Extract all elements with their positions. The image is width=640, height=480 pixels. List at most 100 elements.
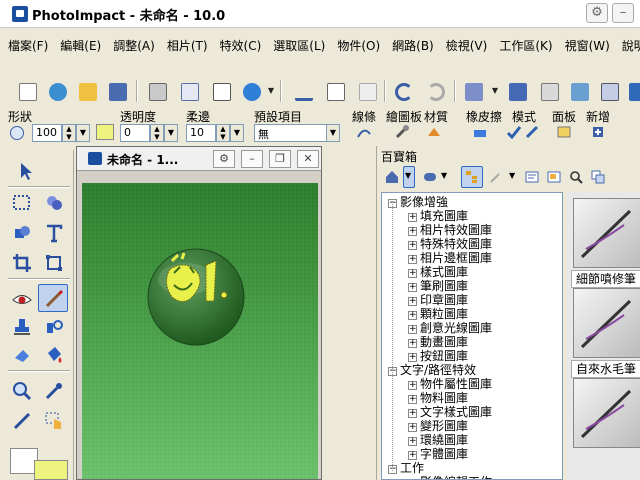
- menu-item[interactable]: 調整(A): [105, 34, 159, 54]
- web-preview-dropdown[interactable]: ▼: [266, 78, 276, 104]
- redo-button[interactable]: [422, 78, 448, 104]
- tree-item[interactable]: + 相片邊框圖庫: [408, 251, 492, 265]
- hand-tool[interactable]: [38, 406, 68, 434]
- transparency-field[interactable]: 0: [120, 124, 150, 142]
- shape-round-option[interactable]: [10, 126, 24, 140]
- tree-item[interactable]: + 創意光線圖庫: [408, 321, 492, 335]
- print-button[interactable]: [144, 78, 170, 104]
- menu-item[interactable]: 檔案(F): [0, 34, 52, 54]
- tree-category[interactable]: − 工作: [388, 461, 424, 475]
- preset-dropdown-arrow[interactable]: ▼: [326, 124, 340, 142]
- print-preview-button[interactable]: [208, 78, 234, 104]
- tree-item[interactable]: + 按鈕圖庫: [408, 349, 468, 363]
- document-settings-icon[interactable]: ⚙: [213, 150, 235, 168]
- gallery-thumbnail[interactable]: [573, 198, 640, 268]
- check-icon[interactable]: [506, 124, 522, 140]
- soft-edge-spinner[interactable]: ▲ ▼: [216, 124, 230, 142]
- menu-item[interactable]: 物件(O): [329, 34, 384, 54]
- tree-view-button[interactable]: [461, 166, 483, 188]
- tree-item[interactable]: + 動畫圖庫: [408, 335, 468, 349]
- scanner-button[interactable]: [536, 78, 562, 104]
- menu-item[interactable]: 檢視(V): [438, 34, 492, 54]
- expand-icon[interactable]: +: [408, 269, 417, 278]
- brush-color-swatch[interactable]: [96, 124, 114, 140]
- tree-item[interactable]: + 填充圖庫: [408, 209, 468, 223]
- image-canvas[interactable]: [82, 183, 318, 479]
- path-drawing-tool[interactable]: [6, 218, 36, 246]
- crop-tool[interactable]: [6, 248, 36, 276]
- transform-tool[interactable]: [38, 248, 68, 276]
- expand-icon[interactable]: +: [408, 297, 417, 306]
- gallery-dropdown[interactable]: ▼: [439, 166, 451, 188]
- eyedropper-tool[interactable]: [38, 376, 68, 404]
- material-icon[interactable]: [426, 124, 442, 140]
- text-tool[interactable]: [38, 218, 68, 246]
- expand-icon[interactable]: +: [408, 381, 417, 390]
- magic-wand-button[interactable]: [485, 166, 507, 188]
- line-tool[interactable]: [6, 406, 36, 434]
- fill-tool[interactable]: [38, 340, 68, 368]
- tree-item[interactable]: + 印章圖庫: [408, 293, 468, 307]
- search-button[interactable]: [565, 166, 587, 188]
- tree-category[interactable]: − 影像增強: [388, 195, 448, 209]
- cut-button[interactable]: [290, 78, 316, 104]
- menu-item[interactable]: 選取區(L): [265, 34, 329, 54]
- stamp-tool[interactable]: [6, 312, 36, 340]
- transparency-slider-toggle[interactable]: ▼: [164, 124, 178, 142]
- new-web-button[interactable]: [44, 78, 70, 104]
- soft-edge-field[interactable]: 10: [186, 124, 216, 142]
- gallery-button[interactable]: [419, 166, 441, 188]
- web-preview-button[interactable]: [238, 78, 264, 104]
- expand-icon[interactable]: +: [408, 437, 417, 446]
- transparency-spinner[interactable]: ▲ ▼: [150, 124, 164, 142]
- tree-category[interactable]: − 文字/路徑特效: [388, 363, 476, 377]
- menu-item[interactable]: 工作區(K): [491, 34, 556, 54]
- minimize-button[interactable]: –: [612, 3, 634, 23]
- copy-button[interactable]: [322, 78, 348, 104]
- eraser-tool[interactable]: [6, 340, 36, 368]
- brush-stamp-dropdown[interactable]: ▼: [490, 78, 500, 104]
- print-layout-button[interactable]: [176, 78, 202, 104]
- expand-icon[interactable]: +: [408, 451, 417, 460]
- tree-item[interactable]: + 字體圖庫: [408, 447, 468, 461]
- new-file-button[interactable]: [14, 78, 40, 104]
- menu-item[interactable]: 相片(T): [159, 34, 212, 54]
- standard-selection-tool[interactable]: [6, 188, 36, 216]
- expand-icon[interactable]: +: [408, 409, 417, 418]
- menu-item[interactable]: 說明(H): [614, 34, 640, 54]
- panel-icon[interactable]: [556, 124, 572, 140]
- mode-icon[interactable]: [524, 124, 540, 140]
- tree-item[interactable]: + 特殊特效圖庫: [408, 237, 492, 251]
- soft-edge-slider-toggle[interactable]: ▼: [230, 124, 244, 142]
- open-button[interactable]: [74, 78, 100, 104]
- copy-gallery-button[interactable]: [587, 166, 609, 188]
- expand-icon[interactable]: +: [408, 423, 417, 432]
- photo-enhance-button[interactable]: [566, 78, 592, 104]
- menu-item[interactable]: 網路(B): [384, 34, 438, 54]
- eraser-icon[interactable]: [472, 124, 488, 140]
- tree-item[interactable]: + 環繞圖庫: [408, 433, 468, 447]
- camera-button[interactable]: [504, 78, 530, 104]
- gallery-thumbnail[interactable]: [573, 288, 640, 358]
- document-minimize-button[interactable]: –: [241, 150, 263, 168]
- settings-icon[interactable]: ⚙: [586, 3, 608, 23]
- magic-wand-dropdown[interactable]: ▼: [507, 166, 519, 188]
- zoom-tool[interactable]: [6, 376, 36, 404]
- expand-icon[interactable]: +: [408, 283, 417, 292]
- add-icon[interactable]: [590, 124, 606, 140]
- wrench-icon[interactable]: [394, 124, 410, 140]
- document-close-button[interactable]: ✕: [297, 150, 319, 168]
- pick-tool[interactable]: [10, 156, 40, 184]
- histogram-button[interactable]: [596, 78, 622, 104]
- tree-item[interactable]: + 物件屬性圖庫: [408, 377, 492, 391]
- clone-tool[interactable]: [38, 312, 68, 340]
- tree-item[interactable]: + 顆粒圖庫: [408, 307, 468, 321]
- line-icon[interactable]: [356, 124, 372, 140]
- size-slider-toggle[interactable]: ▼: [76, 124, 90, 142]
- undo-button[interactable]: [390, 78, 416, 104]
- save-button[interactable]: [104, 78, 130, 104]
- menu-item[interactable]: 編輯(E): [52, 34, 105, 54]
- tree-item[interactable]: + 物料圖庫: [408, 391, 468, 405]
- document-icon[interactable]: [88, 152, 102, 165]
- background-color-swatch[interactable]: [34, 460, 68, 480]
